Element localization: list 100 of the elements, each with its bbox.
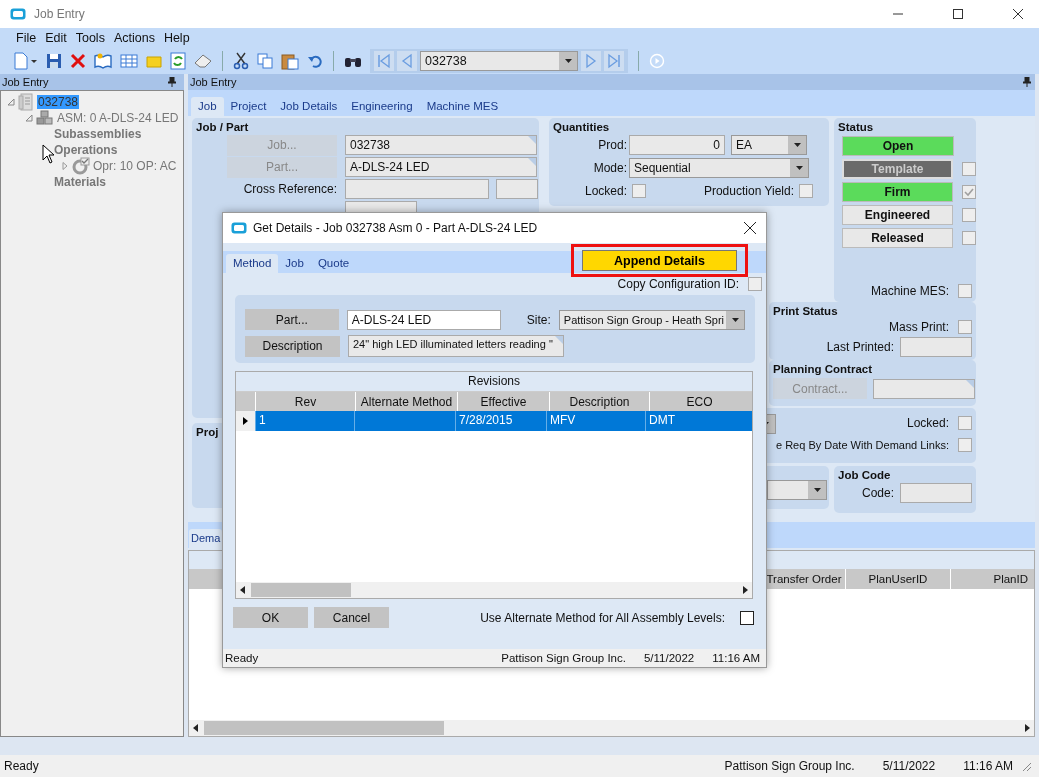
expander-icon[interactable] bbox=[7, 98, 15, 106]
save-icon[interactable] bbox=[46, 53, 62, 69]
tree-item[interactable]: Materials bbox=[54, 175, 107, 189]
copy-icon[interactable] bbox=[257, 53, 273, 69]
checkbox[interactable] bbox=[958, 416, 972, 430]
table-icon[interactable] bbox=[120, 54, 138, 68]
mode-combo[interactable]: Sequential bbox=[629, 157, 809, 178]
play-icon[interactable] bbox=[649, 53, 665, 69]
horizontal-scrollbar[interactable] bbox=[189, 720, 1034, 736]
status-button[interactable]: Firm bbox=[842, 182, 953, 202]
scroll-left-icon[interactable] bbox=[193, 724, 198, 732]
ok-button[interactable]: OK bbox=[233, 607, 308, 628]
undo-icon[interactable] bbox=[307, 54, 323, 68]
scroll-right-icon[interactable] bbox=[1025, 724, 1030, 732]
code-field[interactable] bbox=[900, 483, 972, 503]
checkbox[interactable] bbox=[962, 231, 976, 245]
revision-field[interactable] bbox=[496, 179, 538, 199]
cut-icon[interactable] bbox=[233, 52, 249, 70]
checkbox[interactable] bbox=[748, 277, 762, 291]
tab[interactable]: Quote bbox=[310, 254, 357, 273]
tab[interactable]: Job Details bbox=[273, 97, 345, 116]
tree-item[interactable]: Operations bbox=[54, 143, 118, 157]
grid-row[interactable]: 1 7/28/2015 MFV DMT bbox=[236, 411, 752, 431]
eraser-icon[interactable] bbox=[194, 54, 212, 68]
pin-icon[interactable] bbox=[168, 77, 176, 87]
checkbox[interactable] bbox=[740, 610, 754, 625]
prod-field[interactable]: 0 bbox=[629, 134, 725, 155]
tree-item[interactable]: Opr: 10 OP: AC bbox=[93, 159, 177, 173]
contract-field[interactable] bbox=[873, 378, 975, 399]
tab[interactable]: Method bbox=[226, 254, 279, 273]
tab[interactable]: Engineering bbox=[344, 97, 420, 116]
cubes-icon bbox=[36, 110, 54, 126]
resize-grip-icon[interactable] bbox=[1021, 761, 1031, 771]
record-combo[interactable]: 032738 bbox=[420, 51, 578, 71]
tree-item[interactable]: ASM: 0 A-DLS-24 LED bbox=[57, 111, 179, 125]
scroll-right-icon[interactable] bbox=[743, 586, 748, 594]
job-field[interactable]: 032738 bbox=[345, 135, 537, 155]
status-button[interactable]: Open bbox=[842, 136, 954, 156]
uom-combo[interactable]: EA bbox=[731, 134, 807, 155]
tree-item[interactable]: Subassemblies bbox=[54, 127, 142, 141]
tree-item[interactable]: 032738 bbox=[37, 95, 80, 109]
tab[interactable]: Project bbox=[223, 97, 274, 116]
field-label: e Req By Date With Demand Links: bbox=[775, 439, 949, 451]
append-details-button[interactable]: Append Details bbox=[582, 250, 737, 271]
checkbox[interactable] bbox=[799, 183, 813, 198]
tab[interactable]: Job bbox=[191, 97, 224, 116]
horizontal-scrollbar[interactable] bbox=[236, 582, 752, 598]
field-label: Copy Configuration ID: bbox=[617, 277, 739, 291]
close-icon[interactable] bbox=[1013, 9, 1023, 19]
expander-icon[interactable] bbox=[61, 162, 69, 170]
table-cell: MFV bbox=[546, 411, 645, 431]
last-printed-field[interactable] bbox=[900, 337, 972, 357]
menu-item[interactable]: Edit bbox=[45, 31, 67, 45]
maximize-icon[interactable] bbox=[953, 9, 963, 19]
tab[interactable]: Machine MES bbox=[419, 97, 506, 116]
field-label: Use Alternate Method for All Assembly Levels: bbox=[480, 610, 725, 625]
tab[interactable]: Dema bbox=[189, 529, 223, 548]
menu-item[interactable]: File bbox=[16, 31, 37, 45]
checkbox[interactable] bbox=[962, 185, 976, 199]
part-field[interactable]: A-DLS-24 LED bbox=[345, 157, 537, 177]
cross-reference-field[interactable] bbox=[345, 179, 489, 199]
dropdown-arrow-icon bbox=[564, 59, 572, 63]
checkbox[interactable] bbox=[962, 208, 976, 222]
paste-icon[interactable] bbox=[281, 52, 299, 70]
combo-box[interactable] bbox=[767, 480, 827, 500]
menu-item[interactable]: Help bbox=[163, 31, 190, 45]
status-button[interactable]: Released bbox=[842, 228, 953, 248]
cancel-button[interactable]: Cancel bbox=[314, 607, 389, 628]
column-header[interactable]: PlanUserID bbox=[845, 569, 950, 589]
close-icon[interactable] bbox=[744, 222, 756, 234]
checkbox[interactable] bbox=[632, 183, 646, 198]
expander-icon[interactable] bbox=[25, 114, 33, 122]
checkbox[interactable] bbox=[958, 284, 972, 298]
part-field[interactable]: A-DLS-24 LED bbox=[346, 309, 501, 330]
panel-title: Print Status bbox=[772, 304, 839, 317]
new-document-icon[interactable] bbox=[12, 52, 38, 70]
status-button[interactable]: Engineered bbox=[842, 205, 953, 225]
last-record-icon[interactable] bbox=[604, 51, 624, 71]
status-date: 5/11/2022 bbox=[882, 759, 936, 773]
pin-icon[interactable] bbox=[1023, 77, 1031, 87]
field-label: Code: bbox=[861, 486, 894, 500]
book-icon[interactable] bbox=[94, 53, 112, 69]
scroll-left-icon[interactable] bbox=[240, 586, 245, 594]
checkbox[interactable] bbox=[958, 320, 972, 334]
menu-item[interactable]: Actions bbox=[113, 31, 155, 45]
menu-item[interactable]: Tools bbox=[75, 31, 105, 45]
first-record-icon[interactable] bbox=[374, 51, 394, 71]
tab[interactable]: Job bbox=[278, 254, 311, 273]
next-record-icon[interactable] bbox=[581, 51, 601, 71]
column-header[interactable]: PlanID bbox=[950, 569, 1034, 589]
part-button[interactable]: Part... bbox=[245, 309, 339, 330]
description-field[interactable]: 24" high LED illuminated letters reading " bbox=[348, 335, 564, 357]
site-combo[interactable]: Pattison Sign Group - Heath Spri bbox=[558, 309, 745, 330]
previous-record-icon[interactable] bbox=[397, 51, 417, 71]
description-button[interactable]: Description bbox=[245, 335, 340, 357]
app-icon bbox=[231, 222, 247, 234]
refresh-icon[interactable] bbox=[170, 52, 186, 70]
panel-header: Job Entry bbox=[188, 74, 1035, 90]
checkbox[interactable] bbox=[958, 438, 972, 452]
delete-icon[interactable] bbox=[70, 53, 86, 69]
